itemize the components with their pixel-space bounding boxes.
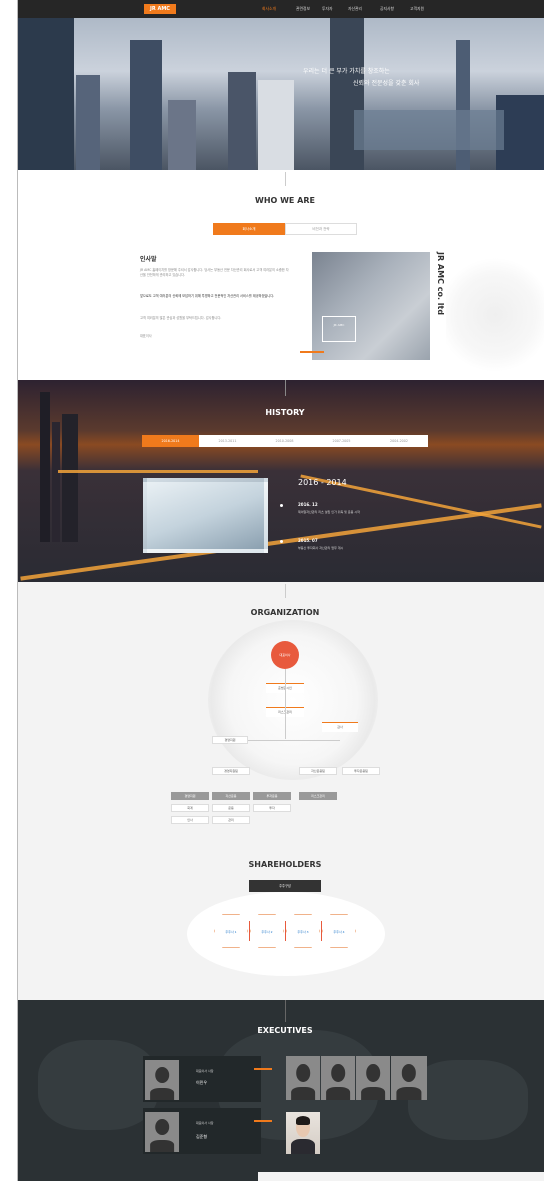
org-node-ceo: 대표이사: [271, 641, 299, 669]
greeting-paragraph-1: JR AMC 홈페이지를 방문해 주셔서 감사합니다. 당사는 부동산 전문 자…: [140, 268, 289, 277]
nav-link-about[interactable]: 회사소개: [262, 6, 276, 12]
nav-link-info[interactable]: 관련정보: [296, 6, 310, 12]
footer-strip: [258, 1172, 544, 1181]
org-node-dept: 투자운용: [253, 792, 291, 800]
hex-divider: [321, 921, 322, 941]
top-nav: JR AMC 회사소개 관련정보 투자자 자산관리 공지사항 고객지원: [18, 0, 544, 18]
leaf-watermark: [446, 250, 544, 380]
org-node-dept: 리스크관리: [299, 792, 337, 800]
executives-section: EXECUTIVES 대표이사 사장 이민우 대표이사 사장 김준형: [18, 1000, 544, 1181]
building: [18, 18, 74, 170]
hero-headline-2: 신뢰와 전문성을 갖춘 회사: [353, 80, 420, 87]
tab-company[interactable]: 회사소개: [213, 223, 285, 235]
building: [258, 80, 294, 170]
executive-name: 이민우: [196, 1080, 208, 1085]
greeting-paragraph-3: 고객 여러분의 많은 관심과 성원을 부탁드립니다. 감사합니다.: [140, 316, 222, 320]
world-map-shape: [38, 1040, 158, 1130]
accent-bar: [300, 351, 324, 353]
tab-vision[interactable]: 비전과 전략: [285, 223, 357, 235]
photo-caption-box: JR AMC: [322, 316, 356, 342]
accent-line: [254, 1120, 272, 1122]
section-divider-line: [285, 584, 286, 598]
greeting-title: 인사말: [140, 256, 157, 263]
building: [456, 40, 470, 170]
organization-title: ORGANIZATION: [250, 608, 320, 617]
avatar-placeholder: [145, 1112, 179, 1152]
history-item-text: 부동산 투자회사 자산관리 업무 개시: [298, 546, 344, 550]
tower: [62, 414, 78, 542]
building: [168, 100, 196, 170]
section-divider-line: [285, 172, 286, 186]
org-node-sub: 운용: [212, 804, 250, 812]
shareholders-bar: 주주구성: [249, 880, 321, 892]
org-node-branch: 경영지원: [212, 736, 248, 744]
hero-headline-1: 우리는 더 큰 부가 가치를 창조하는: [303, 68, 390, 75]
hex-divider: [249, 921, 250, 941]
bridge-light: [58, 470, 258, 473]
page: JR AMC 회사소개 관련정보 투자자 자산관리 공지사항 고객지원 우리는 …: [0, 0, 544, 1181]
greeting-paragraph-2: 앞으로도 고객 여러분의 신뢰에 보답하기 위해 투명하고 전문적인 자산관리 …: [140, 294, 275, 298]
building: [130, 40, 162, 170]
greeting-signature: 대표이사: [140, 334, 152, 338]
nav-link-investor[interactable]: 투자자: [322, 6, 332, 12]
history-tab-5[interactable]: 2004-2002: [370, 435, 428, 447]
history-tab-2[interactable]: 2013-2011: [199, 435, 256, 447]
ceo-photo: JR AMC: [312, 252, 430, 360]
logo[interactable]: JR AMC: [144, 4, 176, 14]
org-node-audit: 감사: [322, 722, 358, 732]
org-node-team: 투자운용팀: [342, 767, 380, 775]
executives-title: EXECUTIVES: [257, 1026, 313, 1035]
history-tab-4[interactable]: 2007-2005: [313, 435, 370, 447]
org-node-dept: 경영지원: [171, 792, 209, 800]
avatar-placeholder: [145, 1060, 179, 1100]
company-vertical-name: JR AMC co. ltd: [436, 252, 445, 316]
timeline-dot: [280, 540, 283, 543]
section-divider-line: [285, 380, 286, 396]
who-we-are-title: WHO WE ARE: [255, 196, 315, 205]
history-years: 2016 - 2014: [298, 478, 347, 487]
history-item-text: 제이알자산관리 리츠 설립 인가 취득 및 운용 시작: [298, 510, 360, 514]
tower: [40, 392, 50, 542]
history-item-date: 2016. 12: [298, 502, 318, 507]
nav-link-assets[interactable]: 자산관리: [348, 6, 362, 12]
org-node-sub: 투자: [253, 804, 291, 812]
building: [228, 72, 256, 170]
executive-name: 김준형: [196, 1134, 208, 1139]
nav-link-support[interactable]: 고객지원: [410, 6, 424, 12]
section-divider-line: [285, 1000, 286, 1022]
org-node-team: 경영지원팀: [212, 767, 250, 775]
hex-divider: [285, 921, 286, 941]
org-connector: [285, 669, 286, 739]
accent-line: [254, 1068, 272, 1070]
org-node-sub: 인사: [171, 816, 209, 824]
org-node-sub: 관리: [212, 816, 250, 824]
nav-link-notice[interactable]: 공지사항: [380, 6, 394, 12]
history-image: [143, 478, 268, 553]
history-section: HISTORY 2016-2014 2013-2011 2010-2008 20…: [18, 380, 544, 582]
shareholders-title: SHAREHOLDERS: [248, 860, 322, 869]
executive-role: 대표이사 사장: [196, 1121, 214, 1125]
history-item-date: 2015. 07: [298, 538, 318, 543]
org-node-dept: 자산운용: [212, 792, 250, 800]
harbor-water: [354, 110, 504, 150]
avatar-placeholder[interactable]: [356, 1056, 390, 1100]
history-tab-3[interactable]: 2010-2008: [256, 435, 313, 447]
tower: [52, 422, 60, 542]
history-tab-1[interactable]: 2016-2014: [142, 435, 199, 447]
avatar-placeholder[interactable]: [286, 1056, 320, 1100]
avatar-placeholder[interactable]: [391, 1056, 427, 1100]
history-title: HISTORY: [265, 408, 305, 417]
hero-banner: 우리는 더 큰 부가 가치를 창조하는 신뢰와 전문성을 갖춘 회사: [18, 18, 544, 170]
avatar-placeholder[interactable]: [321, 1056, 355, 1100]
building: [76, 75, 100, 170]
org-node-sub: 회계: [171, 804, 209, 812]
executive-role: 대표이사 사장: [196, 1069, 214, 1073]
org-node-team: 자산운용팀: [299, 767, 337, 775]
timeline-dot: [280, 504, 283, 507]
executive-photo[interactable]: [286, 1112, 320, 1154]
